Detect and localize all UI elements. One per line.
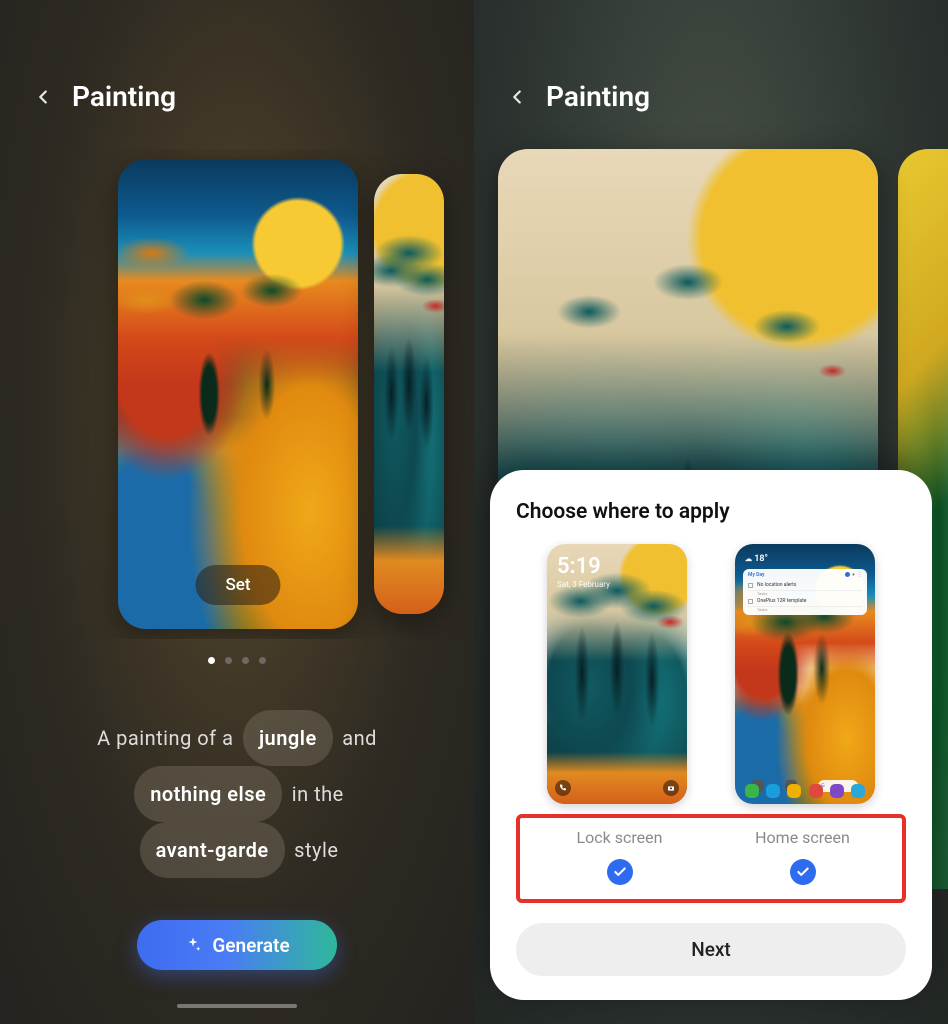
app-icon	[787, 784, 801, 798]
home-screen-label: Home screen	[755, 828, 850, 847]
weather-widget: ☁ 18°	[741, 552, 869, 566]
lock-date: Sat, 3 February	[557, 580, 677, 589]
sheet-title: Choose where to apply	[516, 500, 906, 524]
phone-icon	[555, 780, 571, 796]
left-screenshot: Painting Set A painting of a jungle and …	[0, 0, 474, 1024]
set-button[interactable]: Set	[195, 565, 280, 605]
home-indicator[interactable]	[177, 1004, 297, 1008]
wallpaper-card-main[interactable]: Set	[118, 159, 358, 629]
page-dots	[0, 657, 474, 664]
prompt-text: A painting of a jungle and nothing else …	[0, 710, 474, 878]
dot	[208, 657, 215, 664]
selection-highlight: Lock screen Home screen	[516, 814, 906, 903]
dot	[259, 657, 266, 664]
lock-screen-label: Lock screen	[577, 828, 663, 847]
chip-style[interactable]: avant-garde	[140, 822, 285, 878]
page-title: Painting	[546, 80, 650, 113]
home-screen-preview: ☁ 18° My Day + ⋮ No locat	[735, 544, 875, 804]
chip-subject[interactable]: jungle	[243, 710, 333, 766]
lock-screen-check[interactable]	[607, 859, 633, 885]
back-icon[interactable]	[32, 86, 54, 108]
wallpaper-card-peek[interactable]	[374, 174, 444, 614]
phone-app-icon	[745, 784, 759, 798]
lock-screen-choice[interactable]: 5:19 Sat, 3 February	[532, 544, 702, 804]
dot	[242, 657, 249, 664]
lock-screen-preview: 5:19 Sat, 3 February	[547, 544, 687, 804]
back-icon[interactable]	[506, 86, 528, 108]
camera-icon	[663, 780, 679, 796]
wallpaper-carousel[interactable]: Set	[0, 149, 474, 639]
home-screen-choice[interactable]: ☁ 18° My Day + ⋮ No locat	[720, 544, 890, 804]
header-left: Painting	[0, 0, 474, 113]
page-title: Painting	[72, 80, 176, 113]
dot	[225, 657, 232, 664]
apply-choices: 5:19 Sat, 3 February	[516, 544, 906, 804]
sparkle-icon	[184, 936, 202, 954]
app-icon	[830, 784, 844, 798]
next-button[interactable]: Next	[516, 923, 906, 976]
tasks-widget: My Day + ⋮ No location alerts Tasks OneP…	[743, 569, 867, 615]
home-screen-check[interactable]	[790, 859, 816, 885]
apply-sheet: Choose where to apply 5:19 Sat, 3 Februa…	[490, 470, 932, 1000]
app-icon	[809, 784, 823, 798]
app-icon	[851, 784, 865, 798]
right-screenshot: Painting Choose where to apply 5:19 Sat,…	[474, 0, 948, 1024]
lock-time: 5:19	[557, 556, 677, 578]
generate-button[interactable]: Generate	[137, 920, 337, 970]
chip-modifier[interactable]: nothing else	[134, 766, 282, 822]
messages-app-icon	[766, 784, 780, 798]
header-right: Painting	[474, 0, 948, 113]
dock	[741, 784, 869, 798]
